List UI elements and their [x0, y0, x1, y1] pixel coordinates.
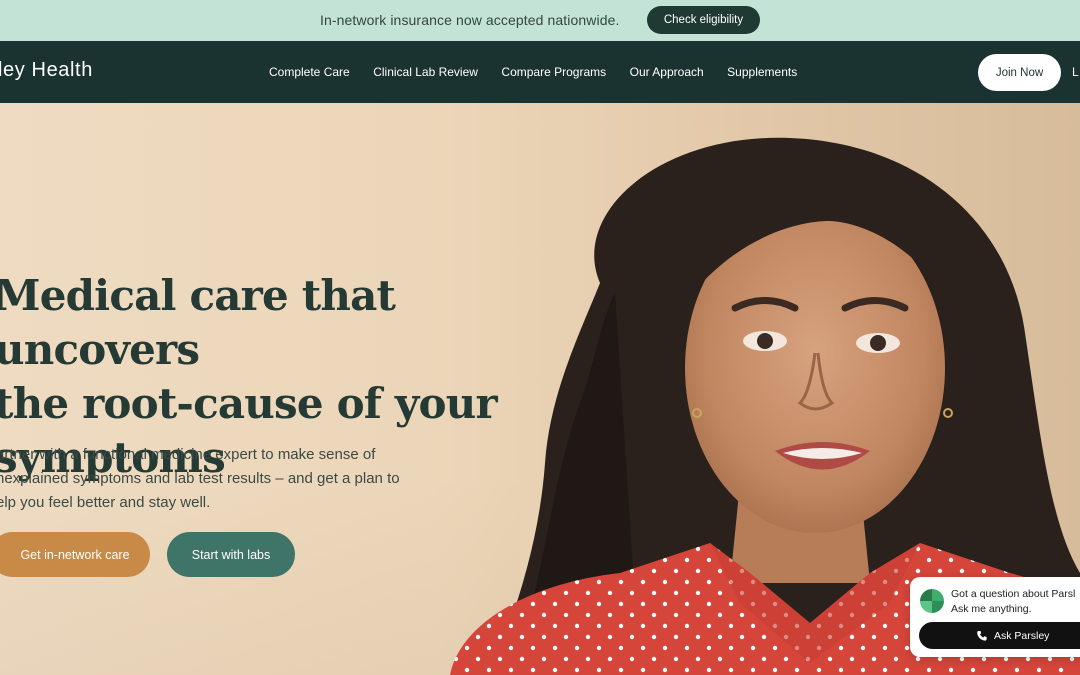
- start-with-labs-button[interactable]: Start with labs: [167, 532, 295, 577]
- subcopy-line-1: artner with a functional medicine expert…: [0, 446, 376, 463]
- headline-line-1: Medical care that uncovers: [0, 271, 396, 374]
- nav-item-clinical-lab-review[interactable]: Clinical Lab Review: [373, 65, 478, 79]
- nav-item-supplements[interactable]: Supplements: [727, 65, 797, 79]
- subcopy-line-3: elp you feel better and stay well.: [0, 494, 211, 511]
- chat-message: Got a question about Parsl Ask me anythi…: [951, 587, 1075, 617]
- phone-icon: [977, 630, 987, 641]
- hero-subcopy: artner with a functional medicine expert…: [0, 443, 426, 515]
- chat-line-1: Got a question about Parsl: [951, 588, 1076, 600]
- headline-line-2: the root-cause of your: [0, 379, 498, 428]
- main-nav: Complete Care Clinical Lab Review Compar…: [269, 65, 821, 79]
- parsley-logo-icon: [920, 589, 944, 613]
- ask-parsley-button[interactable]: Ask Parsley: [919, 622, 1080, 649]
- chat-widget: Got a question about Parsl Ask me anythi…: [910, 577, 1080, 657]
- check-eligibility-button[interactable]: Check eligibility: [647, 6, 760, 34]
- site-logo[interactable]: ley Health: [0, 59, 93, 82]
- nav-item-compare-programs[interactable]: Compare Programs: [501, 65, 606, 79]
- subcopy-line-2: nexplained symptoms and lab test results…: [0, 470, 400, 487]
- announcement-banner: In-network insurance now accepted nation…: [0, 0, 1080, 41]
- nav-item-our-approach[interactable]: Our Approach: [630, 65, 704, 79]
- login-link[interactable]: L: [1072, 65, 1079, 79]
- nav-item-complete-care[interactable]: Complete Care: [269, 65, 350, 79]
- banner-text: In-network insurance now accepted nation…: [320, 12, 620, 28]
- join-now-button[interactable]: Join Now: [978, 54, 1061, 91]
- chat-line-2: Ask me anything.: [951, 603, 1032, 615]
- get-in-network-care-button[interactable]: Get in-network care: [0, 532, 150, 577]
- site-header: ley Health Complete Care Clinical Lab Re…: [0, 41, 1080, 103]
- ask-parsley-label: Ask Parsley: [994, 629, 1050, 642]
